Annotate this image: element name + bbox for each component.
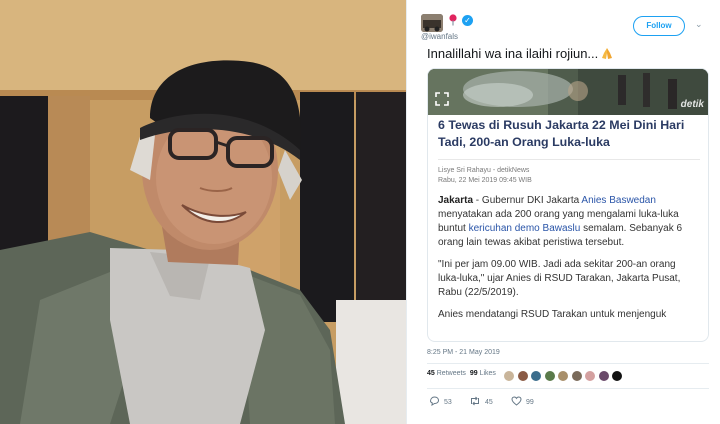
liker-avatar[interactable] bbox=[543, 370, 556, 382]
retweet-icon bbox=[471, 396, 479, 406]
article-date: Rabu, 22 Mei 2019 09:45 WIB bbox=[438, 177, 532, 184]
article-card[interactable]: detik 6 Tewas di Rusuh Jakarta 22 Mei Di… bbox=[427, 68, 709, 342]
tweet-text-content: Innalillahi wa ina ilaihi rojiun... bbox=[427, 46, 599, 61]
photo-illustration bbox=[0, 0, 406, 424]
retweet-button[interactable]: 45 bbox=[469, 396, 493, 406]
liker-avatar[interactable] bbox=[557, 370, 569, 382]
reply-icon bbox=[429, 396, 440, 406]
liker-avatar[interactable] bbox=[570, 370, 583, 382]
like-count: 99 bbox=[526, 399, 534, 406]
reply-count: 53 bbox=[444, 399, 452, 406]
article-link-demo[interactable]: kericuhan demo Bawaslu bbox=[469, 223, 581, 234]
article-headline[interactable]: 6 Tewas di Rusuh Jakarta 22 Mei Dini Har… bbox=[438, 117, 700, 151]
praying-hands-icon bbox=[602, 48, 613, 59]
liker-avatar[interactable] bbox=[597, 370, 610, 382]
tweet-timestamp[interactable]: 8:25 PM - 21 May 2019 bbox=[427, 349, 500, 356]
user-handle[interactable]: @iwanfals bbox=[421, 32, 458, 41]
tweet-text: Innalillahi wa ina ilaihi rojiun... bbox=[427, 46, 614, 61]
article-author: Lisye Sri Rahayu - detikNews bbox=[438, 167, 530, 174]
heart-icon bbox=[511, 396, 522, 406]
article-link-anies[interactable]: Anies Baswedan bbox=[581, 195, 656, 206]
liker-avatar[interactable] bbox=[530, 370, 542, 382]
article-location: Jakarta bbox=[438, 195, 474, 206]
article-divider bbox=[438, 159, 700, 160]
engagement-stats: 45 Retweets 99 Likes bbox=[427, 370, 496, 384]
liker-avatar[interactable] bbox=[503, 370, 515, 382]
tweet-header: ✓ @iwanfals Follow ⌄ bbox=[421, 12, 711, 42]
pin-emoji-icon bbox=[449, 14, 457, 26]
avatar-image bbox=[421, 14, 443, 32]
tweet-panel: ✓ @iwanfals Follow ⌄ Innalillahi wa ina … bbox=[406, 0, 720, 424]
divider-top bbox=[427, 363, 709, 364]
article-paragraph-3: Anies mendatangi RSUD Tarakan untuk menj… bbox=[438, 309, 667, 320]
liker-avatar[interactable] bbox=[584, 370, 596, 382]
article-paragraph-1: Jakarta - Gubernur DKI Jakarta Anies Bas… bbox=[438, 194, 700, 250]
retweets-label[interactable]: Retweets bbox=[437, 370, 466, 377]
chevron-down-icon[interactable]: ⌄ bbox=[695, 20, 705, 30]
article-body: 6 Tewas di Rusuh Jakarta 22 Mei Dini Har… bbox=[438, 117, 700, 322]
liker-avatar[interactable] bbox=[516, 370, 529, 382]
verified-badge-icon: ✓ bbox=[462, 15, 473, 26]
article-text-1a: - Gubernur DKI Jakarta bbox=[473, 195, 582, 206]
card-image[interactable]: detik bbox=[428, 69, 708, 115]
follow-button[interactable]: Follow bbox=[633, 16, 685, 36]
profile-photo bbox=[0, 0, 406, 424]
divider-bottom bbox=[427, 388, 709, 389]
liker-avatars bbox=[503, 369, 625, 383]
expand-icon[interactable] bbox=[434, 91, 450, 107]
retweets-count[interactable]: 45 bbox=[427, 370, 435, 377]
avatar[interactable] bbox=[421, 14, 443, 32]
card-image-watermark: detik bbox=[680, 99, 704, 110]
card-image-scene bbox=[428, 69, 708, 115]
likes-label[interactable]: Likes bbox=[480, 370, 496, 377]
article-paragraph-2: "Ini per jam 09.00 WIB. Jadi ada sekitar… bbox=[438, 259, 681, 298]
retweet-count: 45 bbox=[485, 399, 493, 406]
likes-count[interactable]: 99 bbox=[470, 370, 478, 377]
liker-avatar[interactable] bbox=[611, 370, 623, 382]
reply-button[interactable]: 53 bbox=[429, 396, 452, 406]
like-button[interactable]: 99 bbox=[511, 396, 534, 406]
